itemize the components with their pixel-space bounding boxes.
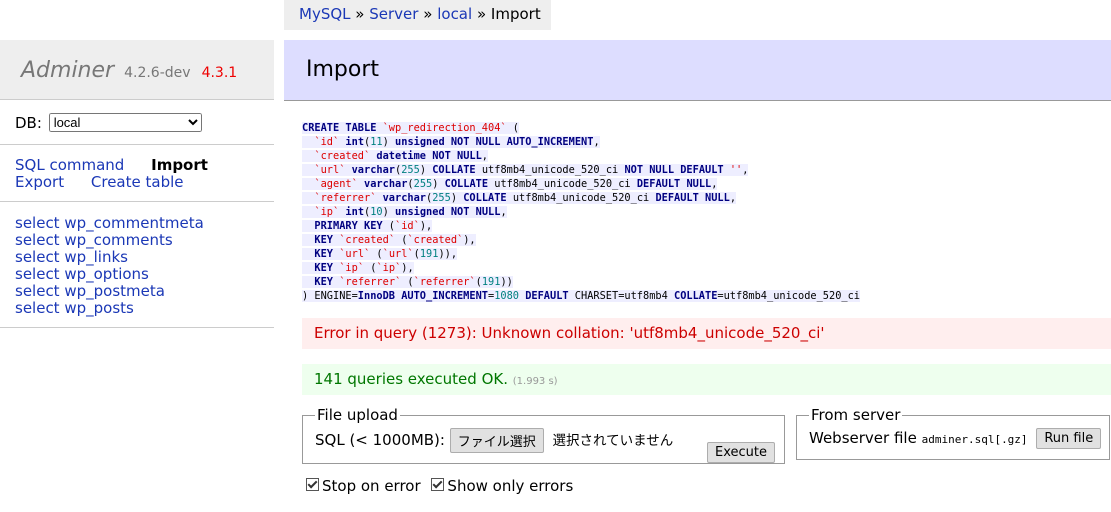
breadcrumb: MySQL » Server » local » Import — [284, 0, 551, 30]
file-upload-fieldset: File upload SQL (< 1000MB): ファイル選択 選択されて… — [302, 406, 785, 464]
webserver-filename: adminer.sql[.gz] — [921, 433, 1028, 446]
error-message: Error in query (1273): Unknown collation… — [302, 318, 1111, 349]
show-only-errors-option[interactable]: Show only errors — [431, 477, 573, 495]
success-text: 141 queries executed OK. — [314, 370, 508, 388]
import-link[interactable]: Import — [151, 156, 208, 174]
execution-time: (1.993 s) — [512, 376, 558, 387]
run-file-button[interactable]: Run file — [1036, 428, 1102, 449]
sql-file-label: SQL (< 1000MB): — [315, 431, 445, 449]
app-header: Adminer 4.2.6-dev 4.3.1 — [0, 40, 274, 100]
stop-on-error-checkbox[interactable] — [306, 478, 319, 491]
show-only-errors-checkbox[interactable] — [431, 478, 445, 491]
breadcrumb-separator: » — [355, 5, 365, 23]
file-upload-legend: File upload — [317, 406, 398, 424]
table-link-wp-options[interactable]: select wp_options — [15, 266, 274, 283]
main-content: Import CREATE TABLE `wp_redirection_404`… — [284, 40, 1111, 495]
new-version-link[interactable]: 4.3.1 — [202, 65, 238, 81]
breadcrumb-separator: » — [476, 5, 487, 23]
db-selector: DB: local — [0, 100, 274, 145]
table-list: select wp_commentmeta select wp_comments… — [0, 202, 274, 328]
db-label: DB: — [15, 114, 42, 132]
choose-file-button[interactable]: ファイル選択 — [449, 428, 544, 453]
breadcrumb-mysql-link[interactable]: MySQL — [299, 5, 351, 23]
db-select[interactable]: local — [48, 113, 202, 132]
breadcrumb-separator: » — [423, 5, 433, 23]
breadcrumb-server-link[interactable]: Server — [369, 5, 418, 23]
error-text: Error in query (1273): Unknown collation… — [314, 324, 825, 342]
sql-command-link[interactable]: SQL command — [15, 156, 124, 174]
app-logo-link[interactable]: Adminer — [21, 58, 114, 83]
table-link-wp-commentmeta[interactable]: select wp_commentmeta — [15, 215, 274, 232]
show-only-errors-label: Show only errors — [447, 477, 574, 495]
stop-on-error-label: Stop on error — [322, 477, 421, 495]
table-link-wp-links[interactable]: select wp_links — [15, 249, 274, 266]
from-server-row: Webserver file adminer.sql[.gz] Run file — [809, 428, 1102, 449]
page-title: Import — [284, 40, 1111, 101]
create-table-link[interactable]: Create table — [91, 173, 184, 191]
from-server-fieldset: From server Webserver file adminer.sql[.… — [796, 406, 1111, 460]
stop-on-error-option[interactable]: Stop on error — [306, 477, 425, 495]
sidebar: Adminer 4.2.6-dev 4.3.1 DB: local SQL co… — [0, 40, 274, 328]
no-file-selected-text: 選択されていません — [552, 433, 674, 449]
from-server-legend: From server — [811, 406, 901, 424]
breadcrumb-db-link[interactable]: local — [437, 5, 472, 23]
success-message: 141 queries executed OK. (1.993 s) — [302, 364, 1111, 395]
import-options: Stop on error Show only errors — [306, 477, 579, 495]
sidebar-links: SQL command Import Export Create table — [0, 145, 274, 202]
export-link[interactable]: Export — [15, 173, 64, 191]
sql-code-block: CREATE TABLE `wp_redirection_404` ( `id`… — [302, 122, 860, 302]
table-link-wp-posts[interactable]: select wp_posts — [15, 300, 274, 317]
execute-button[interactable]: Execute — [707, 442, 775, 463]
table-link-wp-comments[interactable]: select wp_comments — [15, 232, 274, 249]
webserver-file-label: Webserver file — [809, 429, 917, 447]
table-link-wp-postmeta[interactable]: select wp_postmeta — [15, 283, 274, 300]
breadcrumb-current: Import — [490, 5, 541, 23]
version: 4.2.6-dev — [124, 65, 191, 81]
